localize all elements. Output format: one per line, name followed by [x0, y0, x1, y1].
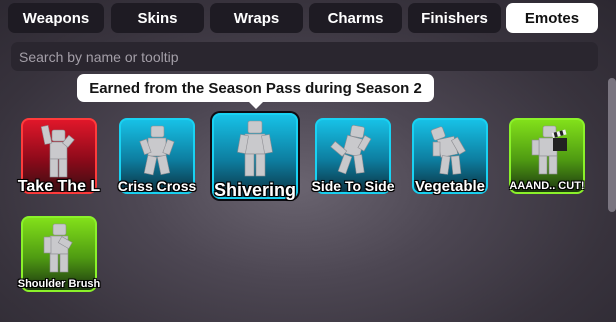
tooltip: Earned from the Season Pass during Seaso… — [77, 74, 434, 109]
figure-take-the-l — [40, 125, 75, 178]
emote-name: Take The L — [17, 178, 101, 195]
tab-label: Emotes — [524, 9, 580, 27]
figure-clapperboard — [531, 125, 567, 175]
tab-skins[interactable]: Skins — [111, 3, 204, 33]
emote-name: Shivering — [213, 180, 297, 200]
tab-charms[interactable]: Charms — [309, 3, 402, 33]
emote-card-aaand-cut[interactable]: AAAND.. CUT! — [509, 118, 585, 194]
tab-finishers[interactable]: Finishers — [408, 3, 501, 33]
figure-side-to-side — [330, 125, 372, 175]
emote-card-criss-cross[interactable]: Criss Cross — [117, 118, 197, 194]
tooltip-arrow — [248, 101, 264, 109]
scrollbar-thumb[interactable] — [608, 78, 616, 212]
tab-label: Wraps — [233, 9, 280, 27]
emote-name: AAAND.. CUT! — [509, 180, 585, 192]
figure-shivering — [237, 120, 273, 177]
tab-wraps[interactable]: Wraps — [210, 3, 303, 33]
figure-criss-cross — [139, 125, 175, 176]
emote-name: Vegetable — [414, 178, 486, 195]
tab-label: Charms — [327, 9, 384, 27]
emote-card-shivering[interactable]: Shivering — [212, 113, 298, 200]
emote-card-vegetable[interactable]: Vegetable — [412, 118, 488, 195]
tooltip-text: Earned from the Season Pass during Seaso… — [89, 79, 422, 97]
figure-vegetable — [430, 126, 466, 175]
emote-name: Criss Cross — [117, 178, 197, 194]
tab-label: Weapons — [22, 9, 90, 27]
tab-weapons[interactable]: Weapons — [8, 3, 104, 33]
clapperboard-icon — [551, 129, 567, 151]
emote-name: Side To Side — [311, 178, 395, 194]
tab-label: Finishers — [421, 9, 488, 27]
emote-card-shoulder-brush[interactable]: Shoulder Brush — [18, 216, 100, 292]
tab-label: Skins — [137, 9, 178, 27]
tab-emotes[interactable]: Emotes — [506, 3, 598, 33]
figure-shoulder-brush — [43, 223, 73, 273]
emote-card-side-to-side[interactable]: Side To Side — [312, 118, 394, 194]
search-input[interactable] — [11, 42, 598, 71]
emote-name: Shoulder Brush — [17, 278, 101, 290]
emote-card-take-the-l[interactable]: Take The L — [17, 118, 101, 195]
